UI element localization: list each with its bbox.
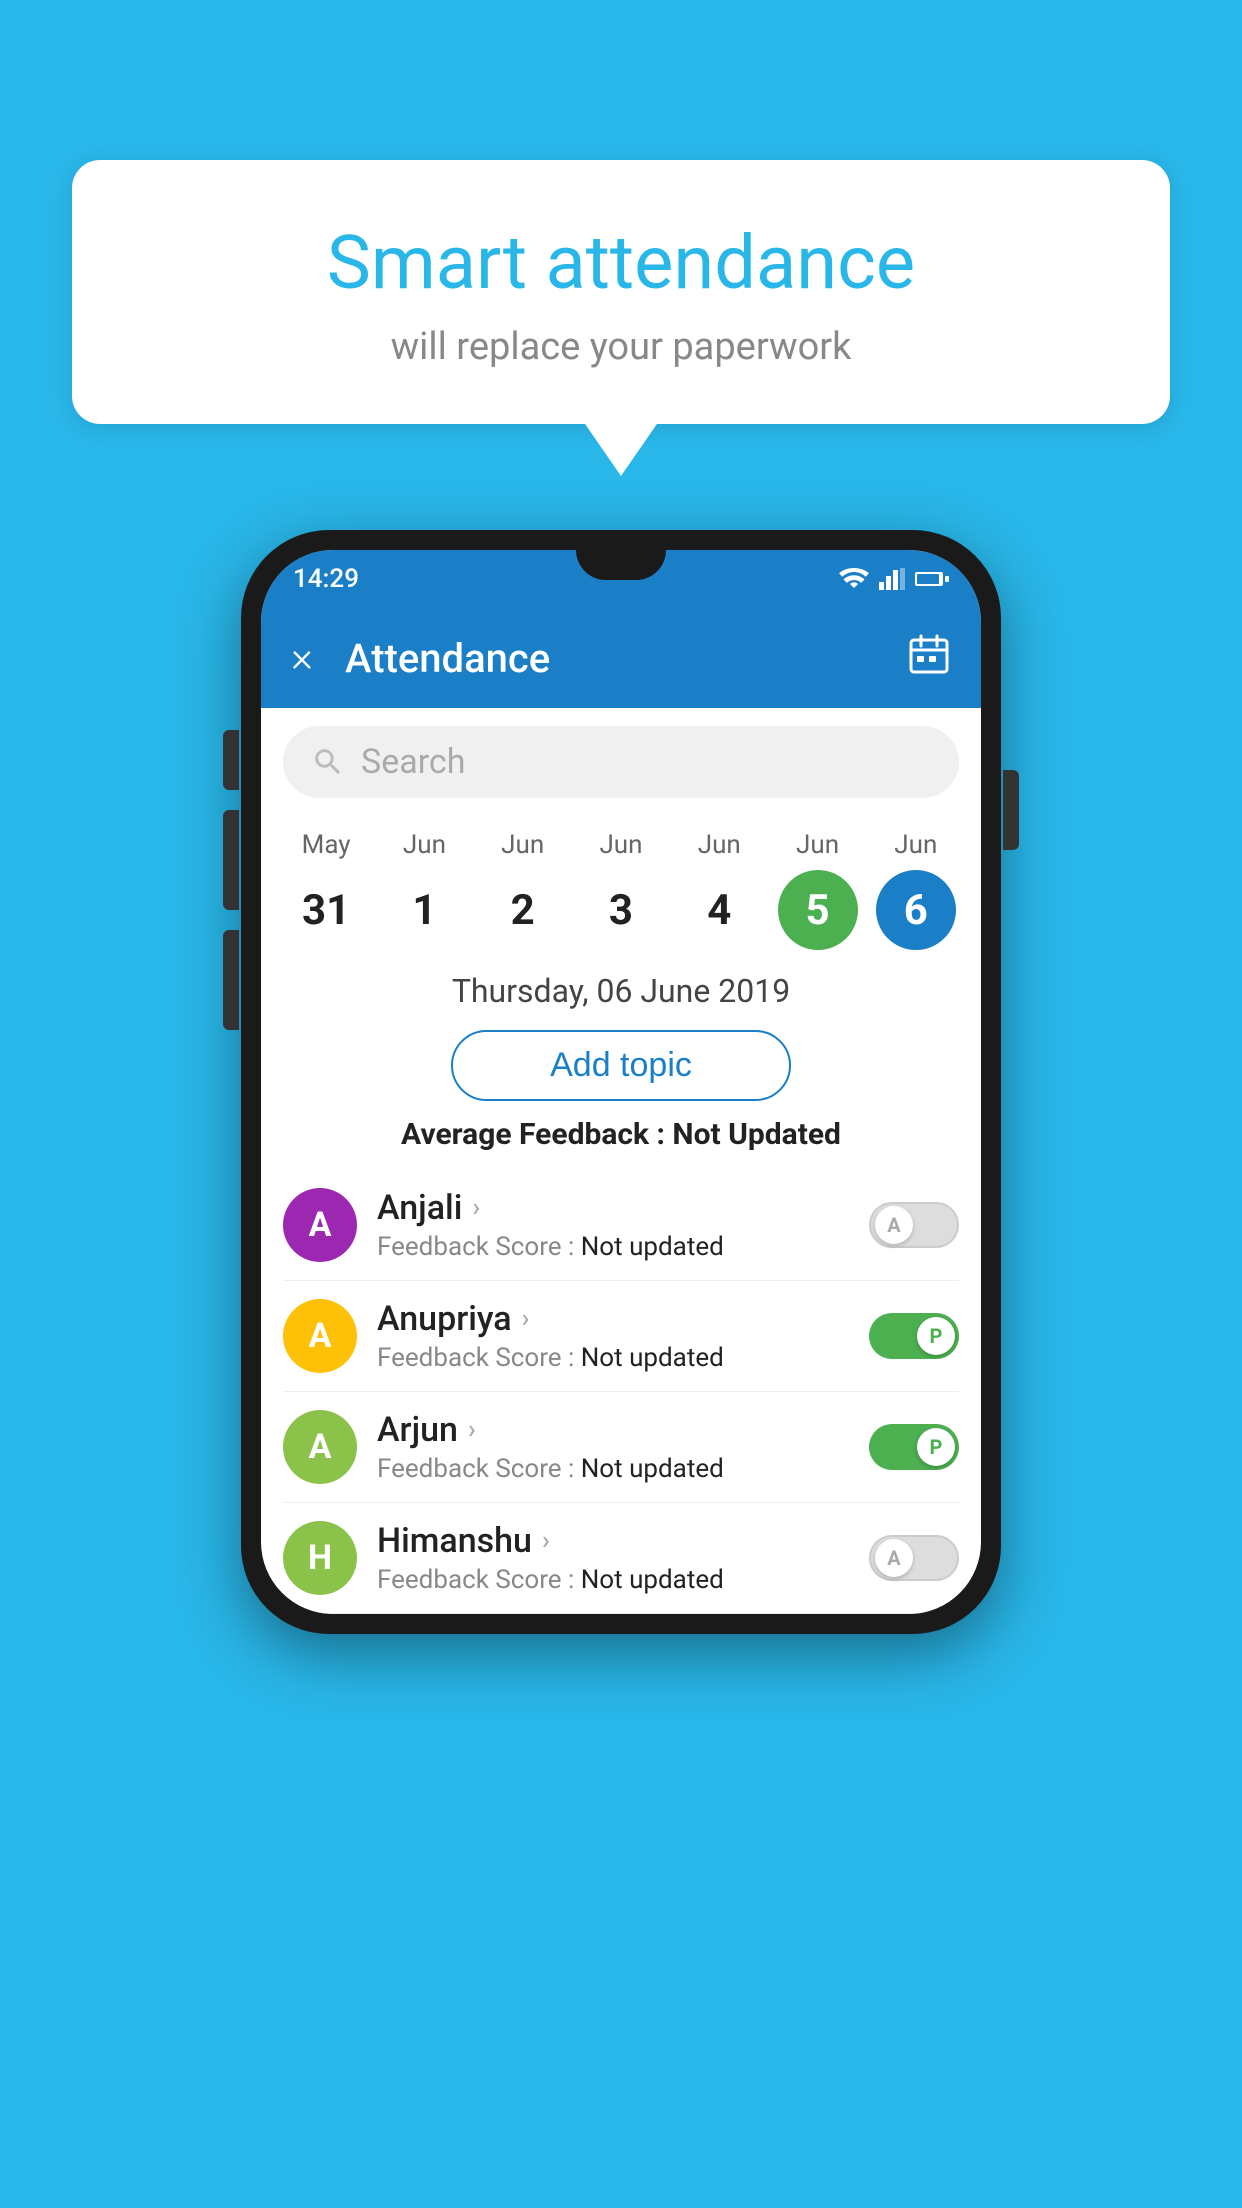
student-item[interactable]: A Arjun › Feedback Score : Not updated P [283,1392,959,1503]
volume-down-button [223,810,239,910]
power-button [1003,770,1019,850]
calendar-icon[interactable] [907,632,951,685]
app-title: Attendance [345,635,883,682]
attendance-toggle[interactable]: A [869,1535,959,1581]
phone-screen: 14:29 [261,550,981,1614]
wifi-icon [839,568,869,590]
month-label: Jun [894,830,937,860]
signal-icon [879,568,905,590]
status-bar: 14:29 [261,550,981,608]
month-label: Jun [796,830,839,860]
feedback-score: Feedback Score : Not updated [377,1232,849,1262]
calendar-day[interactable]: Jun 3 [575,830,667,950]
student-item[interactable]: A Anupriya › Feedback Score : Not update… [283,1281,959,1392]
attendance-toggle[interactable]: P [869,1424,959,1470]
status-time: 14:29 [293,564,359,594]
toggle-knob: P [917,1428,955,1466]
day-number[interactable]: 4 [679,870,759,950]
day-number[interactable]: 2 [483,870,563,950]
day-number[interactable]: 1 [384,870,464,950]
selected-date: Thursday, 06 June 2019 [261,958,981,1022]
status-icons [839,568,949,590]
chevron-right-icon: › [522,1304,530,1334]
day-number[interactable]: 5 [778,870,858,950]
student-info: Arjun › Feedback Score : Not updated [377,1410,849,1484]
student-name[interactable]: Anjali › [377,1188,849,1228]
avg-feedback-label: Average Feedback : [401,1117,665,1152]
calendar-day[interactable]: Jun 4 [673,830,765,950]
chevron-right-icon: › [542,1526,550,1556]
attendance-toggle[interactable]: P [869,1313,959,1359]
day-number[interactable]: 31 [286,870,366,950]
battery-icon [915,570,949,588]
bubble-subtitle: will replace your paperwork [132,325,1110,369]
avatar: A [283,1299,357,1373]
month-label: Jun [599,830,642,860]
toggle-knob: A [875,1539,913,1577]
feedback-score: Feedback Score : Not updated [377,1565,849,1595]
month-label: Jun [501,830,544,860]
calendar-day[interactable]: Jun 1 [378,830,470,950]
notch [576,550,666,580]
avg-feedback-value: Not Updated [672,1117,841,1152]
student-list: A Anjali › Feedback Score : Not updated … [261,1170,981,1614]
chevron-right-icon: › [468,1415,476,1445]
avatar: H [283,1521,357,1595]
calendar-day[interactable]: May 31 [280,830,372,950]
calendar-day[interactable]: Jun 6 [870,830,962,950]
toggle-knob: P [917,1317,955,1355]
speech-bubble-container: Smart attendance will replace your paper… [72,160,1170,424]
student-info: Anjali › Feedback Score : Not updated [377,1188,849,1262]
student-name[interactable]: Arjun › [377,1410,849,1450]
day-number[interactable]: 3 [581,870,661,950]
add-topic-button[interactable]: Add topic [451,1030,791,1101]
search-bar[interactable]: Search [283,726,959,798]
month-label: Jun [403,830,446,860]
calendar-day[interactable]: Jun 2 [477,830,569,950]
student-item[interactable]: H Himanshu › Feedback Score : Not update… [283,1503,959,1614]
search-icon [311,745,345,779]
phone-outer: 14:29 [241,530,1001,1634]
calendar-row: May 31 Jun 1 Jun 2 Jun 3 Jun 4 Jun 5 Jun… [261,816,981,958]
day-number[interactable]: 6 [876,870,956,950]
avg-feedback: Average Feedback : Not Updated [261,1117,981,1152]
student-item[interactable]: A Anjali › Feedback Score : Not updated … [283,1170,959,1281]
close-button[interactable]: × [291,637,313,679]
avatar: A [283,1188,357,1262]
student-name[interactable]: Anupriya › [377,1299,849,1339]
month-label: May [302,830,351,860]
calendar-day[interactable]: Jun 5 [772,830,864,950]
toggle-knob: A [875,1206,913,1244]
chevron-right-icon: › [472,1193,480,1223]
student-info: Anupriya › Feedback Score : Not updated [377,1299,849,1373]
avatar: A [283,1410,357,1484]
student-info: Himanshu › Feedback Score : Not updated [377,1521,849,1595]
feedback-score: Feedback Score : Not updated [377,1454,849,1484]
feedback-score: Feedback Score : Not updated [377,1343,849,1373]
assistant-button [223,930,239,1030]
volume-up-button [223,730,239,790]
search-placeholder: Search [361,742,465,782]
speech-bubble: Smart attendance will replace your paper… [72,160,1170,424]
bubble-title: Smart attendance [132,220,1110,307]
month-label: Jun [698,830,741,860]
app-bar: × Attendance [261,608,981,708]
attendance-toggle[interactable]: A [869,1202,959,1248]
phone-container: 14:29 [241,530,1001,1634]
student-name[interactable]: Himanshu › [377,1521,849,1561]
